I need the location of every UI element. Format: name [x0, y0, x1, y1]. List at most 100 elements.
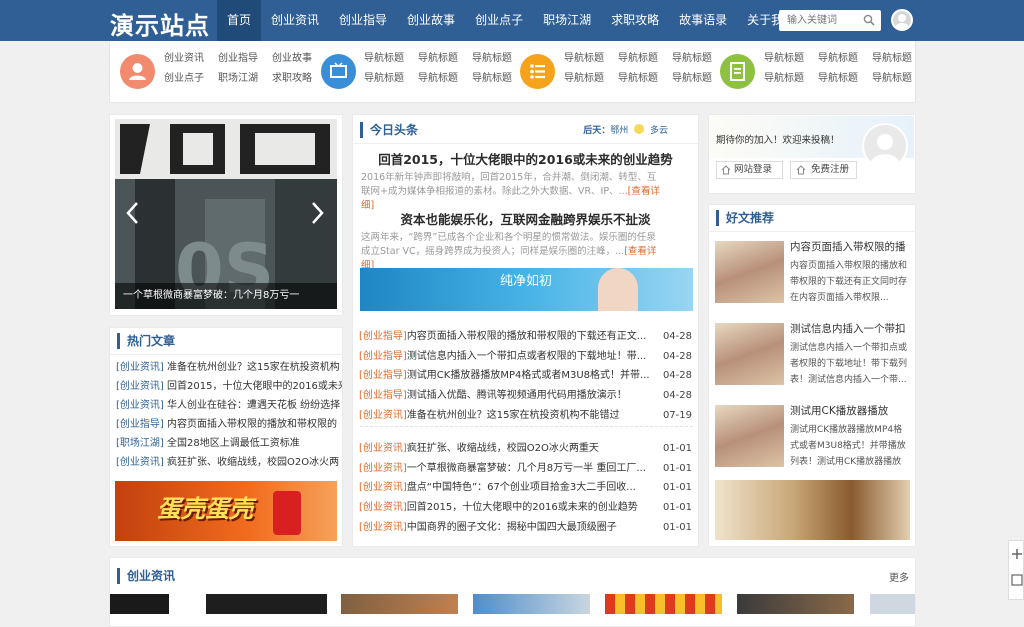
image-slider[interactable]: 0S 一个草根微商暴富梦破：几个月8万亏一	[115, 119, 337, 309]
recommend-item-desc: 测试信息内插入一个带扣点或者权限的下载地址！带下载列表！测试信息内插入一个带..…	[790, 343, 908, 385]
category-link[interactable]: 导航标题	[364, 73, 404, 85]
recommend-item-desc: 内容页面插入带权限的播放和带权限的下载还有正文同时存在内容页面插入带权限...	[790, 261, 908, 303]
story-desc: 2016年新年钟声即将敲响，回首2015年，合并潮、倒闭潮、转型、互联网+成为媒…	[361, 172, 660, 211]
category-link[interactable]: 导航标题	[364, 53, 404, 65]
story-title[interactable]: 回首2015，十位大佬眼中的2016或未来的创业趋势	[353, 149, 698, 168]
user-icon	[870, 134, 900, 167]
slider-prev-icon[interactable]	[125, 201, 139, 225]
category-link[interactable]: 导航标题	[764, 73, 804, 85]
nav-item[interactable]: 创业指导	[329, 0, 397, 41]
nav-item[interactable]: 创业点子	[465, 0, 533, 41]
news-row[interactable]: [创业指导]测试用CK播放器播放MP4格式或者M3U8格式！并带... 04-28	[359, 366, 692, 386]
nav-item[interactable]: 创业故事	[397, 0, 465, 41]
category-link[interactable]: 导航标题	[764, 53, 804, 65]
story-title[interactable]: 资本也能娱乐化，互联网金融跨界娱乐不扯淡	[353, 209, 698, 228]
category-link[interactable]: 导航标题	[418, 53, 458, 65]
news-row[interactable]: [创业资讯]中国商界的圈子文化：揭秘中国四大最顶级圈子 01-01	[359, 518, 692, 538]
slide-caption[interactable]: 一个草根微商暴富梦破：几个月8万亏一	[115, 283, 337, 309]
document-icon	[730, 62, 745, 81]
news-thumb[interactable]	[870, 594, 915, 614]
top-header: 演示站点 首页 创业资讯 创业指导 创业故事 创业点子 职场江湖 求职攻略 故事…	[0, 0, 1024, 41]
category-link[interactable]: 导航标题	[672, 53, 712, 65]
news-thumb[interactable]	[605, 594, 722, 614]
news-row[interactable]: [创业指导]测试信息内插入一个带扣点或者权限的下载地址！带... 04-28	[359, 347, 692, 367]
login-button[interactable]: 网站登录	[716, 161, 783, 179]
more-link[interactable]: 更多	[889, 569, 909, 584]
register-button[interactable]: 免费注册	[790, 161, 857, 179]
category-circle	[520, 54, 555, 89]
category-link[interactable]: 导航标题	[418, 73, 458, 85]
news-thumb[interactable]	[341, 594, 458, 614]
category-link[interactable]: 创业指导	[218, 53, 258, 65]
nav-item[interactable]: 故事语录	[669, 0, 737, 41]
promo-banner[interactable]: 蛋壳蛋壳	[115, 481, 337, 541]
slider-next-icon[interactable]	[311, 201, 325, 225]
recommend-item[interactable]: 内容页面插入带权限的播 内容页面插入带权限的播放和带权限的下载还有正文同时存在内…	[715, 241, 911, 303]
ad-banner[interactable]: 纯净如初	[360, 268, 693, 311]
recommend-item[interactable]: 测试用CK播放器播放 测试用CK播放器播放MP4格式或者M3U8格式！并带播放列…	[715, 405, 911, 467]
category-link[interactable]: 导航标题	[872, 73, 912, 85]
category-link[interactable]: 导航标题	[472, 73, 512, 85]
list-item[interactable]: [创业资讯] 疯狂扩张、收缩战线，校园O2O冰火两	[110, 453, 342, 472]
category-circle	[120, 54, 155, 89]
news-row[interactable]: [创业资讯]盘点“中国特色”：67个创业项目拾金3大二手回收... 01-01	[359, 478, 692, 498]
welcome-text: 期待你的加入！欢迎来投稿！	[716, 135, 840, 146]
category-group-3: 导航标题 导航标题 导航标题 导航标题 导航标题 导航标题	[520, 41, 716, 103]
recommend-thumb	[715, 323, 784, 385]
category-link[interactable]: 职场江湖	[218, 73, 258, 85]
category-link[interactable]: 导航标题	[672, 73, 712, 85]
nav-item[interactable]: 创业资讯	[261, 0, 329, 41]
plus-icon[interactable]	[1010, 547, 1024, 561]
category-link[interactable]: 创业资讯	[164, 53, 204, 65]
category-circle	[720, 54, 755, 89]
category-link[interactable]: 导航标题	[818, 53, 858, 65]
list-item[interactable]: [创业资讯] 回首2015，十位大佬眼中的2016或未来	[110, 377, 342, 396]
site-logo[interactable]: 演示站点	[110, 6, 210, 41]
news-row[interactable]: [创业资讯]准备在杭州创业？这15家在杭投资机构不能错过 07-19	[359, 406, 692, 426]
category-link[interactable]: 导航标题	[472, 53, 512, 65]
news-thumb[interactable]	[737, 594, 854, 614]
category-link[interactable]: 求职攻略	[272, 73, 312, 85]
news-row[interactable]: [创业资讯]回首2015，十位大佬眼中的2016或未来的创业趋势 01-01	[359, 498, 692, 518]
bottom-section-title: 创业资讯	[117, 568, 175, 584]
category-link[interactable]: 导航标题	[872, 53, 912, 65]
news-thumb[interactable]	[206, 594, 327, 614]
nav-item[interactable]: 职场江湖	[533, 0, 601, 41]
news-row[interactable]: [创业资讯]疯狂扩张、收缩战线，校园O2O冰火两重天 01-01	[359, 439, 692, 459]
category-link[interactable]: 导航标题	[618, 53, 658, 65]
category-link[interactable]: 创业故事	[272, 53, 312, 65]
list-item[interactable]: [创业资讯] 华人创业在硅谷：遭遇天花板 纷纷选择	[110, 396, 342, 415]
news-thumb[interactable]	[110, 594, 169, 614]
headline-title: 今日头条	[360, 122, 418, 138]
slide-image: 0S	[115, 119, 337, 309]
nav-item[interactable]: 求职攻略	[601, 0, 669, 41]
nav-home[interactable]: 首页	[217, 0, 262, 41]
floating-toolbar[interactable]	[1008, 540, 1024, 600]
beads-banner[interactable]	[715, 480, 910, 540]
weather-icon	[634, 124, 645, 134]
category-link[interactable]: 导航标题	[564, 73, 604, 85]
category-links: 导航标题 导航标题 导航标题 导航标题 导航标题 导航标题	[564, 53, 712, 85]
news-thumb[interactable]	[473, 594, 590, 614]
news-row[interactable]: [创业资讯]一个草根微商暴富梦破：几个月8万亏一半 重回工厂... 01-01	[359, 459, 692, 479]
news-row[interactable]: [创业指导]内容页面插入带权限的播放和带权限的下载还有正文... 04-28	[359, 327, 692, 347]
user-avatar[interactable]	[891, 9, 913, 31]
news-row[interactable]: [创业指导]测试插入优酷、腾讯等视频通用代码用播放演示！ 04-28	[359, 386, 692, 406]
recommend-item-title[interactable]: 内容页面插入带权限的播	[790, 239, 914, 254]
search-input[interactable]	[779, 10, 857, 31]
category-group-1: 创业资讯 创业指导 创业故事 创业点子 职场江湖 求职攻略	[118, 41, 318, 103]
recommend-item-title[interactable]: 测试用CK播放器播放	[790, 403, 914, 418]
share-icon[interactable]	[1010, 573, 1024, 587]
recommend-item-title[interactable]: 测试信息内插入一个带扣	[790, 321, 914, 336]
list-item[interactable]: [创业资讯] 准备在杭州创业？这15家在杭投资机构	[110, 358, 342, 377]
category-link[interactable]: 创业点子	[164, 73, 204, 85]
category-links: 导航标题 导航标题 导航标题 导航标题 导航标题 导航标题	[364, 53, 512, 85]
list-item[interactable]: [创业指导] 内容页面插入带权限的播放和带权限的	[110, 415, 342, 434]
category-link[interactable]: 导航标题	[618, 73, 658, 85]
search-icon[interactable]	[863, 14, 875, 26]
ad-model-image	[598, 268, 638, 311]
category-link[interactable]: 导航标题	[564, 53, 604, 65]
category-link[interactable]: 导航标题	[818, 73, 858, 85]
list-item[interactable]: [职场江湖] 全国28地区上调最低工资标准	[110, 434, 342, 453]
recommend-item[interactable]: 测试信息内插入一个带扣 测试信息内插入一个带扣点或者权限的下载地址！带下载列表！…	[715, 323, 911, 385]
